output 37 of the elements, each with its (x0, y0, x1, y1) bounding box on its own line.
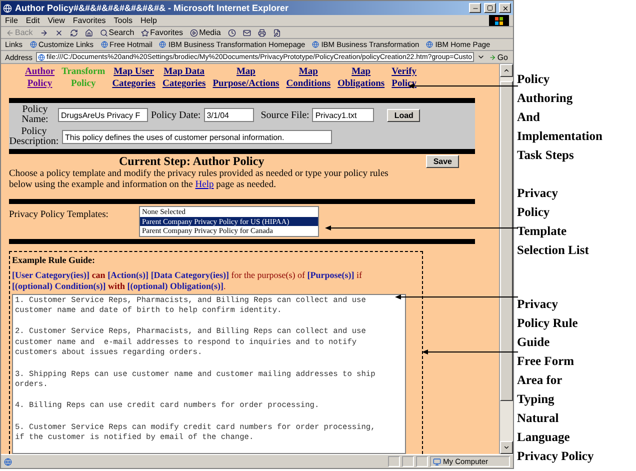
menu-item[interactable]: Tools (114, 16, 132, 25)
toolbar-button[interactable]: Favorites (140, 28, 184, 37)
help-link[interactable]: Help (195, 180, 214, 190)
policy-date-field[interactable]: 3/1/04 (204, 108, 254, 122)
menu-item[interactable]: File (5, 16, 18, 25)
annotation-text: Privacy Policy Rule Guide (517, 296, 579, 351)
step-link[interactable]: Author Policy (25, 66, 55, 90)
templates-label: Privacy Policy Templates: (9, 209, 110, 222)
load-button[interactable]: Load (387, 108, 420, 122)
step-link[interactable]: Map Obligations (338, 66, 385, 90)
annotation-text: Free Form Area for Typing Natural Language Privacy Policy (517, 353, 595, 465)
instructions-text: Choose a policy template and modify the privacy rules provided as needed or type your policy rules below using the example and information on the Help page as needed. (9, 169, 390, 191)
step-link[interactable]: Map Data Categories (162, 66, 206, 90)
field-label: Policy Date: (151, 110, 201, 120)
field-label: Policy Name: (20, 105, 50, 125)
go-button[interactable]: Go (488, 52, 509, 62)
annotation-text: Policy Authoring And Implementation Task Steps (517, 71, 604, 164)
save-button[interactable]: Save (426, 155, 459, 168)
annotation-text: Privacy Policy Template Selection List (517, 185, 590, 259)
policy-description-field[interactable]: This policy defines the uses of customer personal information. (62, 130, 332, 144)
menu-item[interactable]: View (48, 16, 65, 25)
step-link[interactable]: Map Purpose/Actions (212, 66, 280, 90)
current-step-heading: Current Step: Author Policy (119, 154, 266, 169)
source-file-field[interactable]: Privacy1.txt (312, 108, 374, 122)
guide-title: Example Rule Guide: (12, 254, 96, 264)
menu-item[interactable]: Favorites (72, 16, 106, 25)
field-label: Source File: (260, 110, 310, 120)
toolbar-button[interactable]: Media (189, 28, 222, 37)
toolbar-button[interactable]: Search (98, 28, 136, 37)
window-title: Author Policy#&#&#&#&#&#&#&#& - Microsoft Internet Explorer (15, 3, 290, 13)
rule-template-text: [User Category(ies)] can [Action(s)] [Data Category(ies)] for the purpose(s) of [Purpose(s)] if [(optional) Condition(s)] with [(optional) Obligation(s)]. (12, 270, 364, 292)
step-link[interactable]: Map Conditions (286, 66, 331, 90)
field-label: Policy Description: (9, 127, 59, 147)
policy-name-field[interactable]: DrugsAreUs Privacy F (58, 108, 148, 122)
step-link[interactable]: Map User Categories (112, 66, 156, 90)
menu-item[interactable]: Help (140, 16, 157, 25)
menu-item[interactable]: Edit (26, 16, 40, 25)
